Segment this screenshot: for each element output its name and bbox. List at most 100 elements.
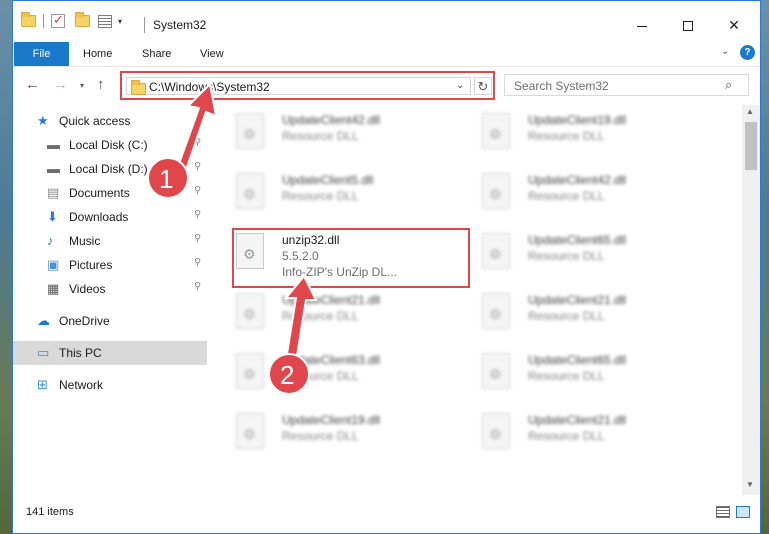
close-icon: ✕ <box>728 17 740 33</box>
scroll-up-icon[interactable]: ▲ <box>746 107 754 116</box>
help-icon[interactable]: ? <box>740 45 755 60</box>
sidebar-item-label: Quick access <box>59 114 131 128</box>
file-type: Resource DLL <box>528 129 605 143</box>
qat-dropdown-icon[interactable]: ▾ <box>118 17 122 26</box>
desktop-background-right <box>761 0 769 534</box>
file-name: UpdateClient21.dll <box>528 293 627 307</box>
tab-home[interactable]: Home <box>83 42 112 66</box>
file-type: Resource DLL <box>528 309 605 323</box>
file-type: Resource DLL <box>528 429 605 443</box>
file-tile[interactable]: UpdateClient19.dll Resource DLL <box>210 407 450 463</box>
dll-file-icon <box>482 233 510 269</box>
sidebar-item-music[interactable]: ♪ Music ⚲ <box>13 229 207 253</box>
file-tile[interactable]: UpdateClient19.dll Resource DLL <box>456 107 696 163</box>
close-button[interactable]: ✕ <box>711 12 757 38</box>
address-folder-icon <box>131 80 146 95</box>
tab-view[interactable]: View <box>200 42 224 66</box>
file-type: Resource DLL <box>528 369 605 383</box>
dll-file-icon <box>482 353 510 389</box>
folder-icon <box>21 12 36 27</box>
pin-icon[interactable]: ⚲ <box>194 137 201 148</box>
pin-icon[interactable]: ⚲ <box>194 281 201 292</box>
tab-share[interactable]: Share <box>142 42 171 66</box>
pin-icon[interactable]: ⚲ <box>194 257 201 268</box>
file-tile[interactable]: UpdateClient21.dll Resource DLL <box>456 287 696 343</box>
navigation-bar: ← → ▾ ↑ C:\Windows\System32 ⌄ ↻ Search S… <box>13 68 760 102</box>
window-title: System32 <box>153 18 207 32</box>
search-input[interactable]: Search System32 ⌕ <box>504 74 749 96</box>
sidebar-item-downloads[interactable]: ⬇ Downloads ⚲ <box>13 205 207 229</box>
scroll-down-icon[interactable]: ▼ <box>746 480 754 489</box>
file-type: Resource DLL <box>282 369 359 383</box>
file-name: UpdateClient21.dll <box>282 293 381 307</box>
navigation-pane: ★ Quick access ▬ Local Disk (C:) ⚲ ▬ Local Dis… <box>13 105 209 495</box>
sidebar-item-network[interactable]: ⊞ Network <box>13 373 207 397</box>
pictures-icon: ▣ <box>47 257 60 272</box>
cloud-icon: ☁ <box>37 313 50 328</box>
file-type: Resource DLL <box>282 129 359 143</box>
search-placeholder: Search System32 <box>514 79 609 93</box>
desktop-background-left <box>0 0 12 534</box>
file-tile[interactable]: UpdateClient65.dll Resource DLL <box>456 347 696 403</box>
scrollbar-thumb[interactable] <box>745 122 757 170</box>
sidebar-item-label: Music <box>69 234 101 248</box>
expand-ribbon-icon[interactable]: ⌄ <box>721 46 729 57</box>
file-tile[interactable]: UpdateClient21.dll Resource DLL <box>456 407 696 463</box>
up-button[interactable]: ↑ <box>97 76 105 93</box>
customize-icon[interactable] <box>98 14 112 28</box>
sidebar-item-this-pc[interactable]: ▭ This PC <box>13 341 207 365</box>
dll-file-icon <box>482 293 510 329</box>
file-version: 5.5.2.0 <box>282 249 319 263</box>
sidebar-item-onedrive[interactable]: ☁ OneDrive <box>13 309 207 333</box>
sidebar-item-videos[interactable]: ▦ Videos ⚲ <box>13 277 207 301</box>
properties-check-icon[interactable] <box>51 12 65 28</box>
sidebar-item-label: OneDrive <box>59 314 110 328</box>
pin-icon[interactable]: ⚲ <box>194 185 201 196</box>
file-tile[interactable]: UpdateClient42.dll Resource DLL <box>456 167 696 223</box>
sidebar-item-quick-access[interactable]: ★ Quick access <box>13 109 207 133</box>
file-name: UpdateClient5.dll <box>282 173 374 187</box>
address-path[interactable]: C:\Windows\System32 <box>149 80 270 94</box>
recent-locations-button[interactable]: ▾ <box>80 81 84 90</box>
quick-access-toolbar: ▾ <box>21 12 122 29</box>
file-name: UpdateClient63.dll <box>282 353 381 367</box>
sidebar-item-pictures[interactable]: ▣ Pictures ⚲ <box>13 253 207 277</box>
file-tile[interactable]: UpdateClient63.dll Resource DLL <box>210 347 450 403</box>
new-folder-icon[interactable] <box>75 12 90 27</box>
sidebar-item-label: Videos <box>69 282 106 296</box>
file-name: UpdateClient19.dll <box>528 113 627 127</box>
tiles-view-icon[interactable] <box>736 506 750 518</box>
file-tile[interactable]: UpdateClient65.dll Resource DLL <box>456 227 696 283</box>
address-dropdown-icon[interactable]: ⌄ <box>456 80 464 91</box>
sidebar-item-local-disk-c[interactable]: ▬ Local Disk (C:) ⚲ <box>13 133 207 157</box>
ribbon-tabs: File Home Share View ⌄ ? <box>13 41 760 67</box>
address-bar[interactable]: C:\Windows\System32 ⌄ <box>126 77 471 95</box>
tab-file[interactable]: File <box>14 42 69 66</box>
file-tile[interactable]: UpdateClient21.dll Resource DLL <box>210 287 450 343</box>
minimize-button[interactable] <box>619 12 665 38</box>
vertical-scrollbar[interactable]: ▲ ▼ <box>742 105 760 495</box>
file-name: UpdateClient21.dll <box>528 413 627 427</box>
back-button[interactable]: ← <box>25 76 40 93</box>
search-icon[interactable]: ⌕ <box>725 77 732 93</box>
sidebar-item-documents[interactable]: ▤ Documents ⚲ <box>13 181 207 205</box>
forward-button[interactable]: → <box>53 76 68 93</box>
pin-icon[interactable]: ⚲ <box>194 233 201 244</box>
documents-icon: ▤ <box>47 185 60 200</box>
sidebar-item-label: Downloads <box>69 210 129 224</box>
download-icon: ⬇ <box>47 209 58 224</box>
file-tile[interactable]: UpdateClient42.dll Resource DLL <box>210 107 450 163</box>
sidebar-item-local-disk-d[interactable]: ▬ Local Disk (D:) ⚲ <box>13 157 207 181</box>
pin-icon[interactable]: ⚲ <box>194 161 201 172</box>
item-count: 141 items <box>26 506 74 518</box>
pin-icon[interactable]: ⚲ <box>194 209 201 220</box>
file-tile-unzip32[interactable]: unzip32.dll 5.5.2.0 Info-ZIP's UnZip DL... <box>210 227 450 283</box>
sidebar-item-label: Pictures <box>69 258 113 272</box>
qat-separator <box>43 14 44 28</box>
file-name: UpdateClient42.dll <box>528 173 627 187</box>
details-view-icon[interactable] <box>716 506 730 518</box>
maximize-button[interactable] <box>665 12 711 38</box>
refresh-button[interactable]: ↻ <box>474 77 492 95</box>
network-icon: ⊞ <box>37 377 48 392</box>
file-tile[interactable]: UpdateClient5.dll Resource DLL <box>210 167 450 223</box>
